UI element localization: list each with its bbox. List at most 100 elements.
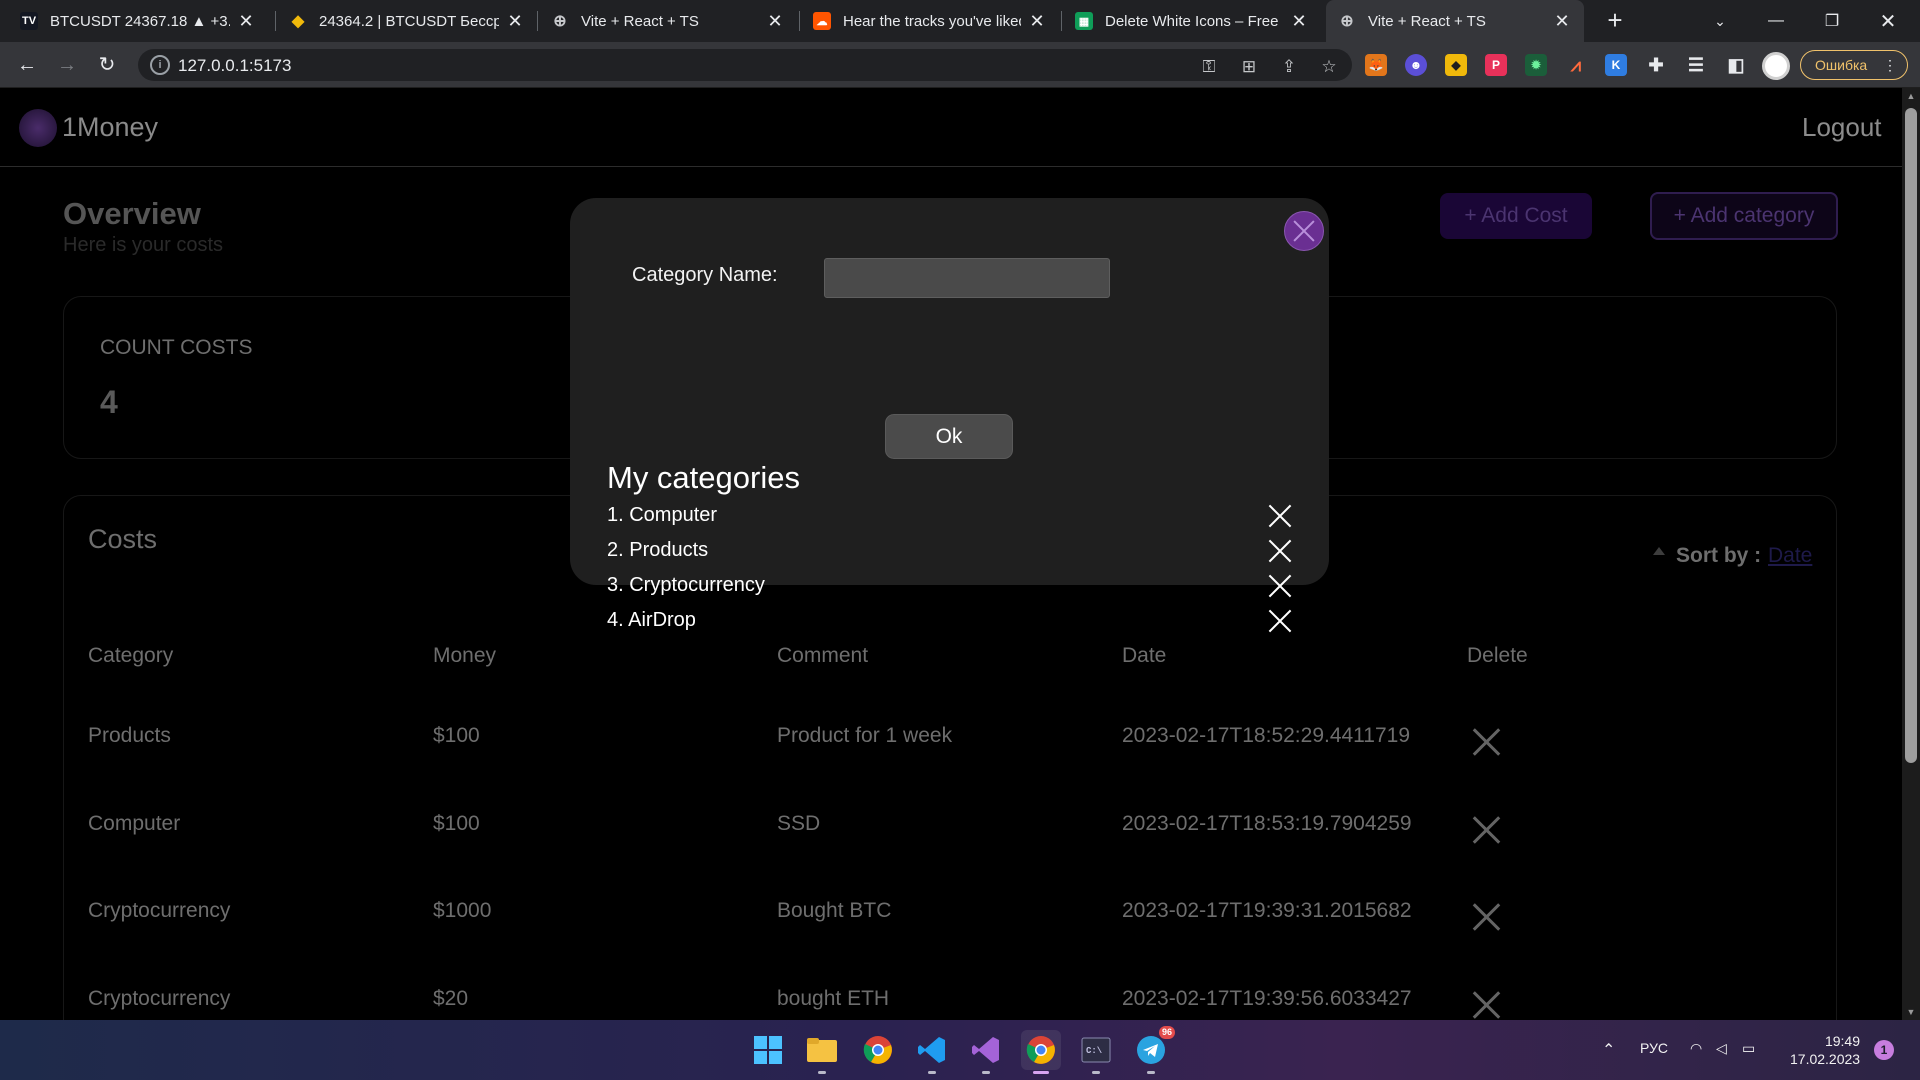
extension-a-icon[interactable]: ⩘: [1565, 54, 1587, 76]
cell-comment: Bought BTC: [777, 899, 892, 922]
count-costs-label: COUNT COSTS: [100, 336, 253, 359]
costs-title: Costs: [88, 524, 158, 554]
close-window-icon[interactable]: ✕: [1860, 0, 1916, 42]
notification-badge[interactable]: 1: [1874, 1040, 1894, 1060]
close-tab-icon[interactable]: ✕: [236, 11, 256, 32]
binance-icon: ◆: [291, 13, 305, 30]
telegram-icon[interactable]: 96: [1131, 1026, 1175, 1074]
brand-name[interactable]: 1Money: [62, 112, 158, 143]
file-explorer-icon[interactable]: [802, 1030, 842, 1074]
chrome-icon[interactable]: [858, 1030, 898, 1070]
terminal-icon[interactable]: C:\: [1076, 1030, 1116, 1074]
tab-binance[interactable]: ◆ 24364.2 | BTCUSDT Бессроч ✕: [277, 0, 537, 42]
cell-date: 2023-02-17T18:52:29.4411719: [1122, 724, 1411, 747]
url-text: 127.0.0.1:5173: [178, 56, 292, 75]
tab-vite-active[interactable]: ⊕ Vite + React + TS ✕: [1326, 0, 1584, 42]
cell-category: Computer: [88, 812, 181, 835]
screen: TV BTCUSDT 24367.18 ▲ +3.6 ✕ ◆ 24364.2 |…: [0, 0, 1920, 1080]
add-cost-button[interactable]: + Add Cost: [1440, 193, 1592, 239]
cell-category: Cryptocurrency: [88, 987, 231, 1010]
chrome-active-icon[interactable]: [1021, 1030, 1061, 1074]
delete-cost-icon[interactable]: [1472, 728, 1500, 756]
side-panel-icon[interactable]: ◧: [1725, 54, 1747, 76]
windows-taskbar: C:\ 96 ⌃ РУС ◠ ◁ ▭ 19:49 17.02.2023 1: [0, 1020, 1920, 1080]
tab-delete-icons[interactable]: ▦ Delete White Icons – Free D ✕: [1063, 0, 1321, 42]
column-header-comment: Comment: [777, 644, 869, 667]
visual-studio-icon[interactable]: [966, 1030, 1006, 1074]
minimize-icon[interactable]: —: [1748, 0, 1804, 42]
menu-dots-icon[interactable]: ⋮: [1883, 51, 1897, 79]
close-modal-icon[interactable]: [1284, 211, 1324, 251]
scroll-down-icon[interactable]: ▼: [1902, 1004, 1920, 1020]
restore-icon[interactable]: ❐: [1804, 0, 1860, 42]
close-tab-icon[interactable]: ✕: [765, 11, 785, 32]
category-name-input[interactable]: [824, 258, 1110, 298]
soundcloud-icon: ☁: [813, 12, 831, 30]
add-category-button[interactable]: + Add category: [1650, 192, 1838, 240]
reload-icon[interactable]: ↻: [92, 50, 122, 80]
address-bar[interactable]: i 127.0.0.1:5173 ⚿ ⊞ ⇪ ☆: [138, 49, 1352, 81]
extensions-puzzle-icon[interactable]: ✚: [1645, 54, 1667, 76]
sort-select[interactable]: Date: [1768, 544, 1812, 568]
media-queue-icon[interactable]: ☰: [1685, 54, 1707, 76]
clock-time: 19:49: [1824, 1033, 1860, 1049]
cell-date: 2023-02-17T19:39:31.2015682: [1122, 899, 1412, 922]
metamask-icon[interactable]: 🦊: [1365, 54, 1387, 76]
logout-link[interactable]: Logout: [1802, 112, 1882, 143]
page-scrollbar[interactable]: ▲ ▼: [1902, 88, 1920, 1020]
profile-error-label: Ошибка: [1815, 57, 1868, 73]
scroll-up-icon[interactable]: ▲: [1902, 88, 1920, 104]
delete-cost-icon[interactable]: [1472, 816, 1500, 844]
binance-wallet-icon[interactable]: ◆: [1445, 54, 1467, 76]
scrollbar-thumb[interactable]: [1905, 108, 1917, 763]
extension-gear-icon[interactable]: ✹: [1525, 54, 1547, 76]
extension-p-icon[interactable]: P: [1485, 54, 1507, 76]
tab-vite-1[interactable]: ⊕ Vite + React + TS ✕: [539, 0, 797, 42]
star-icon[interactable]: ☆: [1318, 56, 1340, 78]
wifi-icon[interactable]: ◠: [1690, 1040, 1702, 1057]
delete-cost-icon[interactable]: [1472, 903, 1500, 931]
tab-soundcloud[interactable]: ☁ Hear the tracks you've liked ✕: [801, 0, 1059, 42]
language-indicator[interactable]: РУС: [1640, 1040, 1668, 1056]
vscode-icon[interactable]: [912, 1030, 952, 1074]
forward-icon[interactable]: →: [52, 50, 82, 80]
key-icon[interactable]: ⚿: [1198, 56, 1220, 78]
tab-tradingview[interactable]: TV BTCUSDT 24367.18 ▲ +3.6 ✕: [8, 0, 268, 42]
extension-k-icon[interactable]: K: [1605, 54, 1627, 76]
profile-error-button[interactable]: Ошибка ⋮: [1800, 50, 1908, 80]
delete-cost-icon[interactable]: [1472, 991, 1500, 1019]
sort-direction-icon[interactable]: [1653, 547, 1665, 555]
telegram-badge: 96: [1158, 1026, 1175, 1039]
delete-category-icon[interactable]: [1268, 504, 1292, 528]
profile-avatar[interactable]: [1762, 52, 1790, 80]
tray-overflow-icon[interactable]: ⌃: [1602, 1040, 1615, 1060]
battery-icon[interactable]: ▭: [1742, 1040, 1755, 1057]
delete-category-icon[interactable]: [1268, 574, 1292, 598]
volume-icon[interactable]: ◁: [1716, 1040, 1727, 1057]
extension-face-icon[interactable]: ☻: [1405, 54, 1427, 76]
delete-category-icon[interactable]: [1268, 539, 1292, 563]
system-clock[interactable]: 19:49 17.02.2023: [1790, 1032, 1860, 1068]
new-tab-icon[interactable]: +: [1600, 6, 1630, 36]
back-icon[interactable]: ←: [12, 50, 42, 80]
site-info-icon[interactable]: i: [150, 55, 170, 75]
cell-date: 2023-02-17T18:53:19.7904259: [1122, 812, 1412, 835]
column-header-money: Money: [433, 644, 497, 667]
cell-comment: Product for 1 week: [777, 724, 953, 747]
close-tab-icon[interactable]: ✕: [505, 11, 525, 32]
cell-money: $1000: [433, 899, 492, 922]
ok-button[interactable]: Ok: [885, 414, 1013, 459]
share-icon[interactable]: ⇪: [1278, 56, 1300, 78]
close-tab-icon[interactable]: ✕: [1289, 11, 1309, 32]
delete-category-icon[interactable]: [1268, 609, 1292, 633]
translate-icon[interactable]: ⊞: [1238, 56, 1260, 78]
tradingview-icon: TV: [20, 12, 38, 30]
start-windows-icon[interactable]: [748, 1030, 788, 1070]
category-list-item: 1. Computer: [607, 504, 718, 526]
tab-search-icon[interactable]: ⌄: [1692, 0, 1748, 42]
sort-label: Sort by :: [1676, 544, 1762, 567]
close-tab-icon[interactable]: ✕: [1027, 11, 1047, 32]
close-tab-icon[interactable]: ✕: [1552, 11, 1572, 32]
count-costs-value: 4: [100, 384, 118, 420]
web-page: 1Money Logout Overview Here is your cost…: [0, 88, 1902, 1020]
